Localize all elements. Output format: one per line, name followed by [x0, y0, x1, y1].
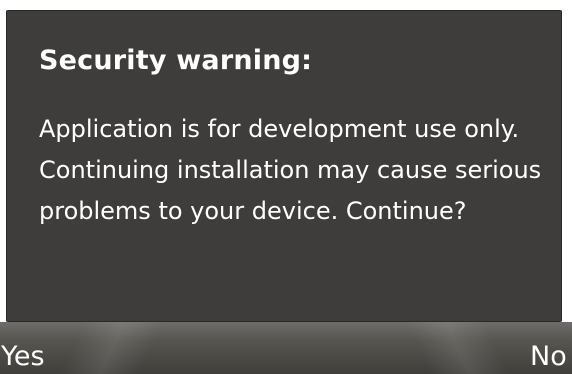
dialog-message: Application is for development use only.… — [39, 115, 542, 225]
softkey-bar: Yes No — [0, 322, 572, 374]
device-screen: Security warning: Application is for dev… — [0, 0, 572, 374]
dialog-title: Security warning: — [39, 45, 313, 76]
softkey-bar-highlight — [51, 322, 169, 374]
security-warning-dialog: Security warning: Application is for dev… — [6, 10, 562, 322]
softkey-bar-highlight — [401, 322, 519, 374]
yes-softkey[interactable]: Yes — [1, 340, 45, 374]
no-softkey[interactable]: No — [530, 340, 567, 374]
